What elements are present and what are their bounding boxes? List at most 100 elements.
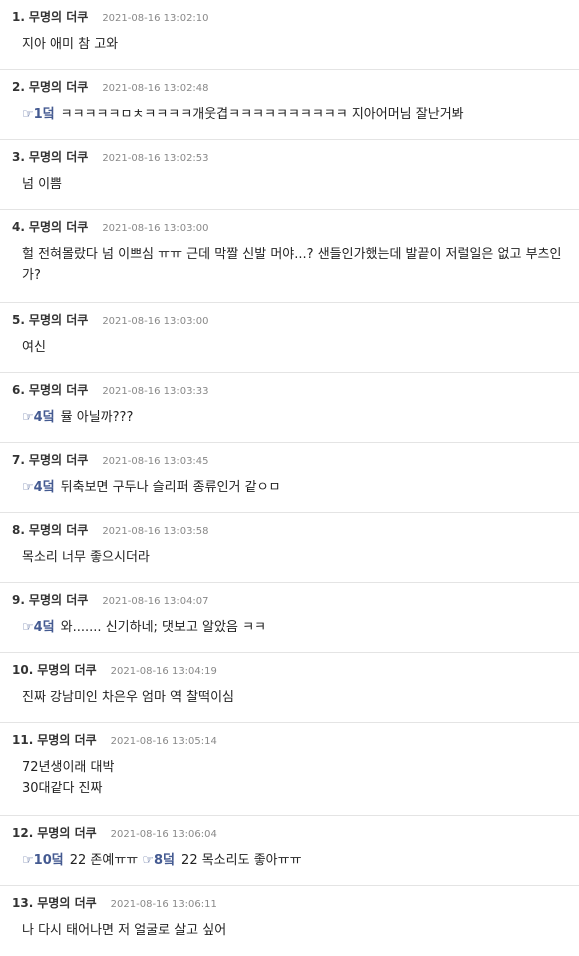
comment-header: 12. 무명의 더쿠 2021-08-16 13:06:04 — [12, 823, 569, 841]
comment-timestamp: 2021-08-16 13:03:45 — [102, 456, 209, 467]
reply-reference-label: 4덬 — [33, 410, 55, 425]
comment-header: 13. 무명의 더쿠 2021-08-16 13:06:11 — [12, 893, 569, 911]
comment-timestamp: 2021-08-16 13:03:00 — [102, 223, 209, 234]
comment-body: ☞10덬 22 존예ㅠㅠ ☞8덬 22 목소리도 좋아ㅠㅠ — [12, 850, 569, 871]
comment-header: 6. 무명의 더쿠 2021-08-16 13:03:33 — [12, 380, 569, 398]
comment-body: 여신 — [12, 337, 569, 358]
comment-header: 9. 무명의 더쿠 2021-08-16 13:04:07 — [12, 590, 569, 608]
comment-text: 헐 전혀몰랐다 넘 이쁘심 ㅠㅠ 근데 막짤 신발 머야...? 샌들인가했는데… — [22, 247, 562, 283]
comment-text: 72년생이래 대박 30대같다 진짜 — [22, 760, 115, 796]
comment-number: 6. — [12, 383, 25, 397]
comment-item: 3. 무명의 더쿠 2021-08-16 13:02:53 넘 이쁨 — [0, 140, 579, 210]
reply-reference-link[interactable]: ☞8덬 — [142, 853, 175, 868]
comment-author: 무명의 더쿠 — [28, 80, 89, 94]
comment-item: 12. 무명의 더쿠 2021-08-16 13:06:04 ☞10덬 22 존예ㅠㅠ … — [0, 816, 579, 886]
comment-body: ☞4덬 와....... 신기하네; 댓보고 알았음 ㅋㅋ — [12, 617, 569, 638]
comment-text: 목소리 너무 좋으시더라 — [22, 550, 150, 565]
comment-text: 22 목소리도 좋아ㅠㅠ — [181, 853, 302, 868]
comment-item: 4. 무명의 더쿠 2021-08-16 13:03:00 헐 전혀몰랐다 넘 이쁘심… — [0, 210, 579, 303]
reply-reference-label: 4덬 — [33, 620, 55, 635]
comment-author: 무명의 더쿠 — [37, 663, 97, 677]
reply-reference-label: 1덬 — [33, 107, 55, 122]
comment-header: 2. 무명의 더쿠 2021-08-16 13:02:48 — [12, 77, 569, 95]
comment-timestamp: 2021-08-16 13:02:10 — [102, 13, 209, 24]
comment-body: 72년생이래 대박 30대같다 진짜 — [12, 757, 569, 799]
comment-item: 9. 무명의 더쿠 2021-08-16 13:04:07 ☞4덬 와....... 신… — [0, 583, 579, 653]
pointing-hand-icon: ☞ — [22, 853, 34, 868]
comment-item: 5. 무명의 더쿠 2021-08-16 13:03:00 여신 — [0, 303, 579, 373]
comment-timestamp: 2021-08-16 13:02:48 — [102, 83, 209, 94]
reply-reference-link[interactable]: ☞1덬 — [22, 107, 55, 122]
comment-text: 지아 애미 참 고와 — [22, 37, 119, 52]
comment-number: 5. — [12, 313, 25, 327]
comment-text: 여신 — [22, 340, 46, 355]
reply-reference-label: 10덬 — [33, 853, 64, 868]
comment-timestamp: 2021-08-16 13:06:04 — [110, 829, 217, 840]
comment-list: 1. 무명의 더쿠 2021-08-16 13:02:10 지아 애미 참 고와 2. 무… — [0, 0, 579, 956]
comment-number: 12. — [12, 826, 34, 840]
comment-author: 무명의 더쿠 — [28, 220, 89, 234]
comment-author: 무명의 더쿠 — [28, 383, 89, 397]
pointing-hand-icon: ☞ — [22, 410, 34, 425]
comment-author: 무명의 더쿠 — [28, 523, 89, 537]
comment-timestamp: 2021-08-16 13:03:33 — [102, 386, 209, 397]
comment-number: 9. — [12, 593, 25, 607]
comment-text: 넘 이쁨 — [22, 177, 63, 192]
comment-text: 뒤축보면 구두나 슬리퍼 종류인거 같ㅇㅁ — [60, 480, 281, 495]
reply-reference-link[interactable]: ☞4덬 — [22, 620, 55, 635]
comment-timestamp: 2021-08-16 13:04:07 — [102, 596, 209, 607]
comment-body: 진짜 강남미인 차은우 엄마 역 찰떡이심 — [12, 687, 569, 708]
comment-text: 와....... 신기하네; 댓보고 알았음 ㅋㅋ — [60, 620, 266, 635]
pointing-hand-icon: ☞ — [22, 107, 34, 122]
comment-timestamp: 2021-08-16 13:04:19 — [110, 666, 217, 677]
reply-reference-link[interactable]: ☞4덬 — [22, 410, 55, 425]
comment-number: 1. — [12, 10, 25, 24]
comment-item: 13. 무명의 더쿠 2021-08-16 13:06:11 나 다시 태어나면 저 … — [0, 886, 579, 956]
comment-author: 무명의 더쿠 — [37, 733, 97, 747]
comment-header: 8. 무명의 더쿠 2021-08-16 13:03:58 — [12, 520, 569, 538]
comment-body: 나 다시 태어나면 저 얼굴로 살고 싶어 — [12, 920, 569, 941]
comment-item: 6. 무명의 더쿠 2021-08-16 13:03:33 ☞4덬 뮬 아닐까??? — [0, 373, 579, 443]
comment-number: 11. — [12, 733, 34, 747]
pointing-hand-icon: ☞ — [22, 480, 34, 495]
reply-reference-link[interactable]: ☞10덬 — [22, 853, 64, 868]
comment-author: 무명의 더쿠 — [37, 896, 97, 910]
comment-item: 7. 무명의 더쿠 2021-08-16 13:03:45 ☞4덬 뒤축보면 구두나 슬… — [0, 443, 579, 513]
comment-number: 13. — [12, 896, 34, 910]
comment-item: 1. 무명의 더쿠 2021-08-16 13:02:10 지아 애미 참 고와 — [0, 0, 579, 70]
comment-body: 지아 애미 참 고와 — [12, 34, 569, 55]
comment-item: 10. 무명의 더쿠 2021-08-16 13:04:19 진짜 강남미인 차은우 … — [0, 653, 579, 723]
comment-item: 8. 무명의 더쿠 2021-08-16 13:03:58 목소리 너무 좋으시더라 — [0, 513, 579, 583]
comment-body: ☞4덬 뒤축보면 구두나 슬리퍼 종류인거 같ㅇㅁ — [12, 477, 569, 498]
comment-body: ☞1덬 ㅋㅋㅋㅋㅋㅁㅊㅋㅋㅋㅋ개웃겹ㅋㅋㅋㅋㅋㅋㅋㅋㅋㅋ 지아어머님 잘난거봐 — [12, 104, 569, 125]
comment-number: 4. — [12, 220, 25, 234]
comment-author: 무명의 더쿠 — [28, 453, 89, 467]
comment-text: ㅋㅋㅋㅋㅋㅁㅊㅋㅋㅋㅋ개웃겹ㅋㅋㅋㅋㅋㅋㅋㅋㅋㅋ 지아어머님 잘난거봐 — [60, 107, 464, 122]
comment-header: 7. 무명의 더쿠 2021-08-16 13:03:45 — [12, 450, 569, 468]
comment-number: 2. — [12, 80, 25, 94]
comment-author: 무명의 더쿠 — [28, 313, 89, 327]
pointing-hand-icon: ☞ — [22, 620, 34, 635]
comment-author: 무명의 더쿠 — [28, 150, 89, 164]
comment-timestamp: 2021-08-16 13:03:00 — [102, 316, 209, 327]
comment-number: 10. — [12, 663, 34, 677]
comment-timestamp: 2021-08-16 13:02:53 — [102, 153, 209, 164]
comment-timestamp: 2021-08-16 13:03:58 — [102, 526, 209, 537]
reply-reference-link[interactable]: ☞4덬 — [22, 480, 55, 495]
comment-header: 1. 무명의 더쿠 2021-08-16 13:02:10 — [12, 7, 569, 25]
comment-header: 3. 무명의 더쿠 2021-08-16 13:02:53 — [12, 147, 569, 165]
comment-author: 무명의 더쿠 — [37, 826, 97, 840]
comment-item: 2. 무명의 더쿠 2021-08-16 13:02:48 ☞1덬 ㅋㅋㅋㅋㅋㅁㅊㅋㅋㅋ… — [0, 70, 579, 140]
comment-text: 뮬 아닐까??? — [60, 410, 134, 425]
comment-header: 11. 무명의 더쿠 2021-08-16 13:05:14 — [12, 730, 569, 748]
comment-body: ☞4덬 뮬 아닐까??? — [12, 407, 569, 428]
comment-number: 7. — [12, 453, 25, 467]
comment-header: 10. 무명의 더쿠 2021-08-16 13:04:19 — [12, 660, 569, 678]
comment-text: 22 존예ㅠㅠ — [69, 853, 143, 868]
reply-reference-label: 8덬 — [154, 853, 176, 868]
reply-reference-label: 4덬 — [33, 480, 55, 495]
comment-body: 헐 전혀몰랐다 넘 이쁘심 ㅠㅠ 근데 막짤 신발 머야...? 샌들인가했는데… — [12, 244, 569, 286]
comment-number: 8. — [12, 523, 25, 537]
comment-author: 무명의 더쿠 — [28, 593, 89, 607]
comment-text: 나 다시 태어나면 저 얼굴로 살고 싶어 — [22, 923, 227, 938]
